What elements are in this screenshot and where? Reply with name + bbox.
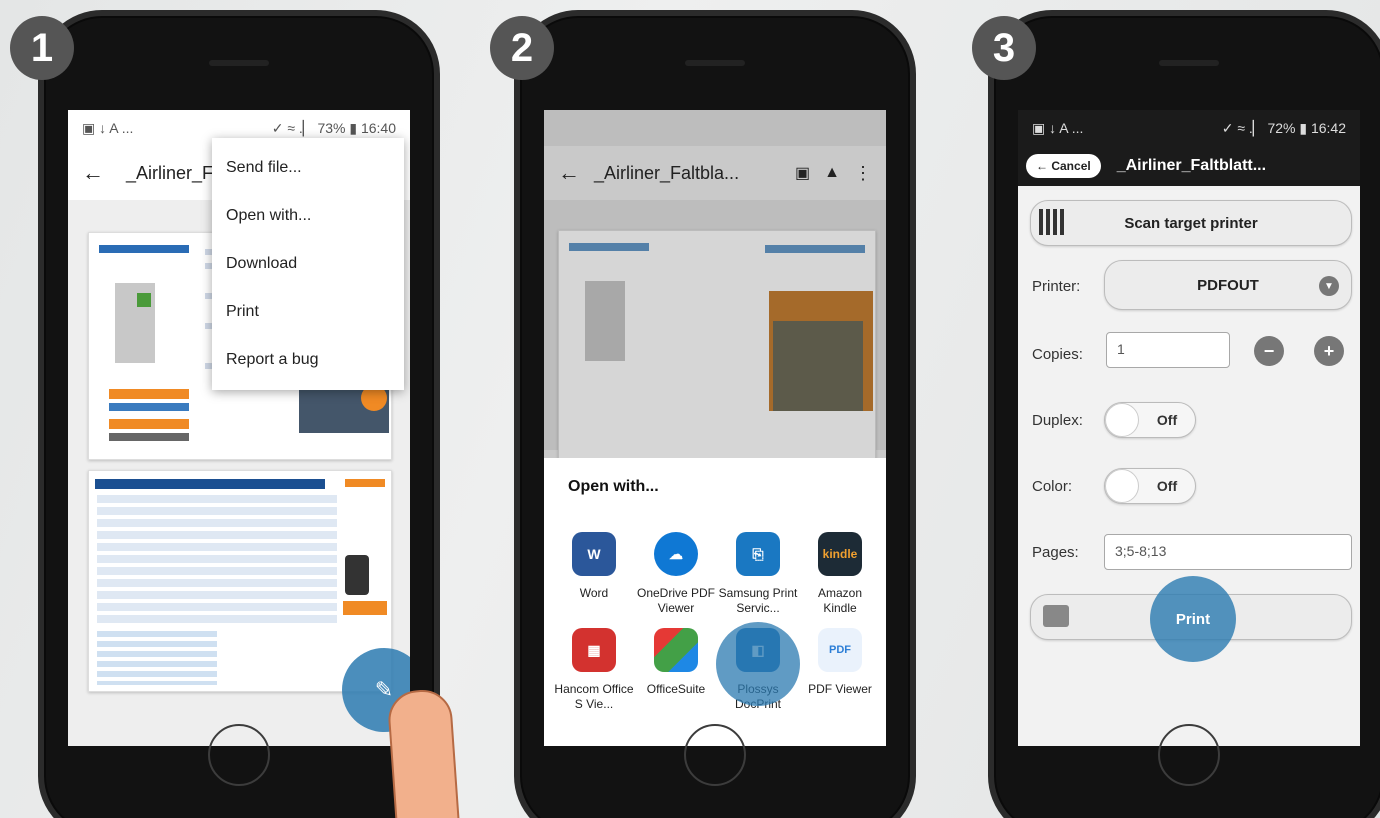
status-left: ▣ ↓ A ... — [82, 119, 134, 136]
open-with-sheet: Open with... W Word ☁ OneDrive PDF Viewe… — [544, 458, 886, 746]
toggle-knob — [1105, 403, 1139, 437]
status-left: ▣ ↓ A ... — [1032, 119, 1084, 136]
app-label: Samsung Print Servic... — [718, 586, 798, 615]
sheet-title: Open with... — [568, 478, 659, 495]
onedrive-icon: ☁ — [654, 532, 698, 576]
speaker — [685, 60, 745, 66]
hancom-icon: ▦ — [572, 628, 616, 672]
phone-1-screen: ▣ ↓ A ... ✓ ≈ .▏ 73% ▮ 16:40 ← _Airliner… — [68, 110, 410, 746]
printer-value: PDFOUT — [1197, 276, 1259, 294]
color-toggle[interactable]: Off — [1104, 468, 1196, 504]
app-samsung-print[interactable]: ⎘ Samsung Print Servic... — [718, 532, 798, 616]
app-label: PDF Viewer — [808, 682, 872, 696]
document-page-2 — [88, 470, 392, 692]
status-right: ✓ ≈ .▏ 72% ▮ 16:42 — [1221, 119, 1346, 136]
search-doc-icon[interactable]: ▣ — [795, 163, 810, 183]
print-label: Print — [1175, 610, 1211, 628]
scan-label: Scan target printer — [1124, 214, 1258, 232]
printer-select[interactable]: PDFOUT ▼ — [1104, 260, 1352, 310]
phone-3-screen: ▣ ↓ A ... ✓ ≈ .▏ 72% ▮ 16:42 ← Cancel _A… — [1018, 110, 1360, 746]
document-page-1 — [558, 230, 876, 460]
app-officesuite[interactable]: OfficeSuite — [636, 628, 716, 697]
tutorial-stage: 1 2 3 ▣ ↓ A ... ✓ ≈ .▏ 73% ▮ 16:40 ← _Ai… — [0, 0, 1380, 818]
scan-printer-button[interactable]: Scan target printer — [1030, 200, 1352, 246]
app-pdf-viewer[interactable]: PDF PDF Viewer — [800, 628, 880, 697]
app-label: OfficeSuite — [646, 682, 706, 696]
menu-item-report-bug[interactable]: Report a bug — [212, 336, 404, 384]
duplex-label: Duplex: — [1032, 412, 1083, 429]
menu-item-send-file[interactable]: Send file... — [212, 144, 404, 192]
pages-field[interactable]: 3;5-8;13 — [1104, 534, 1352, 570]
pointing-finger-icon — [386, 687, 462, 818]
home-button[interactable] — [208, 724, 270, 786]
drive-add-icon[interactable]: ▲ — [824, 164, 840, 182]
document-title: _Airliner_Fa — [126, 162, 224, 183]
decrement-icon[interactable]: − — [1254, 336, 1284, 366]
cancel-button[interactable]: ← Cancel — [1026, 154, 1101, 178]
duplex-value: Off — [1156, 412, 1178, 428]
phone-2: ← _Airliner_Faltbla... ▣ ▲ ⋮ Open with..… — [514, 10, 916, 818]
copies-label: Copies: — [1032, 346, 1083, 363]
samsung-print-icon: ⎘ — [736, 532, 780, 576]
app-word[interactable]: W Word — [554, 532, 634, 601]
home-button[interactable] — [684, 724, 746, 786]
word-icon: W — [572, 532, 616, 576]
home-button[interactable] — [1158, 724, 1220, 786]
print-header: ← Cancel _Airliner_Faltblatt... — [1018, 146, 1360, 186]
color-value: Off — [1156, 478, 1178, 494]
app-label: Hancom Office S Vie... — [554, 682, 634, 711]
more-vert-icon[interactable]: ⋮ — [854, 163, 872, 184]
app-bar: ← _Airliner_Faltbla... ▣ ▲ ⋮ — [544, 146, 886, 200]
back-arrow-icon[interactable]: ← — [558, 160, 580, 186]
phone-1: ▣ ↓ A ... ✓ ≈ .▏ 73% ▮ 16:40 ← _Airliner… — [38, 10, 440, 818]
printer-icon — [1043, 605, 1069, 627]
overflow-menu: Send file... Open with... Download Print… — [212, 138, 404, 390]
app-label: Word — [579, 586, 609, 600]
app-label: Amazon Kindle — [817, 586, 863, 615]
printer-label: Printer: — [1032, 278, 1081, 295]
app-hancom[interactable]: ▦ Hancom Office S Vie... — [554, 628, 634, 712]
pdf-viewer-icon: PDF — [818, 628, 862, 672]
step-badge-1: 1 — [10, 16, 74, 80]
phone-2-screen: ← _Airliner_Faltbla... ▣ ▲ ⋮ Open with..… — [544, 110, 886, 746]
menu-item-print[interactable]: Print — [212, 288, 404, 336]
cancel-label: Cancel — [1051, 159, 1091, 173]
kindle-icon: kindle — [818, 532, 862, 576]
color-label: Color: — [1032, 478, 1073, 495]
print-doc-title: _Airliner_Faltblatt... — [1116, 157, 1267, 174]
pages-label: Pages: — [1032, 544, 1079, 561]
speaker — [1159, 60, 1219, 66]
step-badge-3: 3 — [972, 16, 1036, 80]
plossys-highlight — [716, 622, 800, 706]
step-badge-2: 2 — [490, 16, 554, 80]
document-viewer — [544, 200, 886, 460]
phone-3: ▣ ↓ A ... ✓ ≈ .▏ 72% ▮ 16:42 ← Cancel _A… — [988, 10, 1380, 818]
duplex-toggle[interactable]: Off — [1104, 402, 1196, 438]
menu-item-open-with[interactable]: Open with... — [212, 192, 404, 240]
copies-field[interactable]: 1 — [1106, 332, 1230, 368]
print-highlight[interactable]: Print — [1150, 576, 1236, 662]
document-title: _Airliner_Faltbla... — [594, 162, 740, 183]
app-kindle[interactable]: kindle Amazon Kindle — [800, 532, 880, 616]
back-arrow-icon[interactable]: ← — [82, 160, 104, 186]
qr-code-icon — [1039, 209, 1065, 235]
status-right: ✓ ≈ .▏ 73% ▮ 16:40 — [271, 119, 396, 136]
app-onedrive[interactable]: ☁ OneDrive PDF Viewer — [636, 532, 716, 616]
increment-icon[interactable]: + — [1314, 336, 1344, 366]
status-bar — [544, 110, 886, 146]
menu-item-download[interactable]: Download — [212, 240, 404, 288]
officesuite-icon — [654, 628, 698, 672]
app-label: OneDrive PDF Viewer — [636, 586, 716, 615]
toggle-knob — [1105, 469, 1139, 503]
speaker — [209, 60, 269, 66]
chevron-down-icon: ▼ — [1319, 276, 1339, 296]
pencil-icon: ✎ — [374, 677, 394, 702]
status-bar: ▣ ↓ A ... ✓ ≈ .▏ 72% ▮ 16:42 — [1018, 110, 1360, 146]
